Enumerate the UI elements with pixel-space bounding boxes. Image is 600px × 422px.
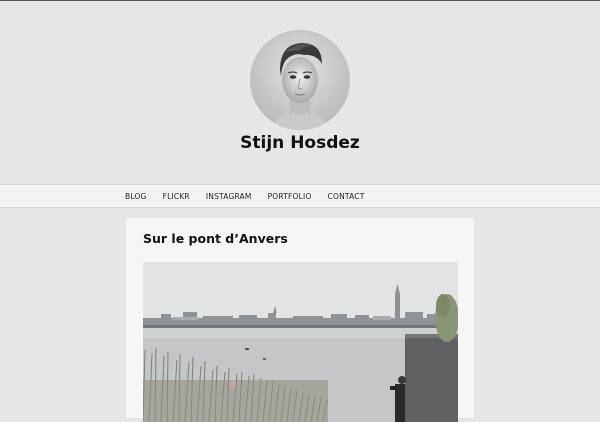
post-title[interactable]: Sur le pont d’Anvers (143, 231, 288, 246)
river-skyline-photo (143, 262, 458, 422)
main-navigation: BLOG FLICKR INSTAGRAM PORTFOLIO CONTACT (0, 184, 600, 208)
site-title[interactable]: Stijn Hosdez (0, 133, 600, 153)
nav-item-contact[interactable]: CONTACT (328, 192, 365, 201)
nav-item-flickr[interactable]: FLICKR (163, 192, 190, 201)
nav-item-instagram[interactable]: INSTAGRAM (206, 192, 252, 201)
nav-item-portfolio[interactable]: PORTFOLIO (268, 192, 312, 201)
nav-item-blog[interactable]: BLOG (125, 192, 147, 201)
avatar[interactable] (250, 30, 350, 130)
post-card: Sur le pont d’Anvers (126, 218, 474, 422)
post-photo[interactable] (143, 262, 458, 422)
top-border (0, 0, 600, 1)
avatar-portrait (250, 30, 350, 130)
